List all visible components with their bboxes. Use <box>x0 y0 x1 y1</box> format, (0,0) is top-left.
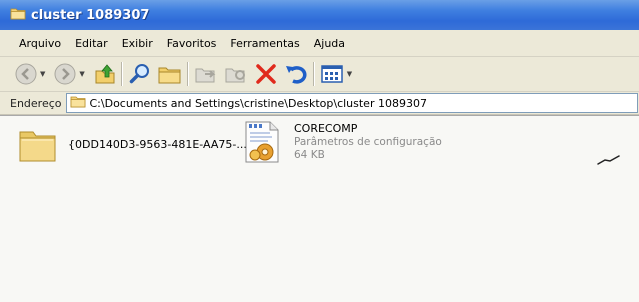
menu-editar[interactable]: Editar <box>68 37 115 50</box>
toolbar-separator <box>120 62 123 86</box>
back-icon <box>14 62 38 86</box>
copy-to-icon <box>223 62 249 86</box>
list-item[interactable]: CORECOMP Parâmetros de configuração 64 K… <box>240 120 442 169</box>
menu-bar: Arquivo Editar Exibir Favoritos Ferramen… <box>0 30 639 57</box>
title-bar[interactable]: cluster 1089307 <box>0 0 639 30</box>
up-folder-icon <box>93 62 117 86</box>
file-list[interactable]: {0DD140D3-9563-481E-AA75-... CORECOMP Pa… <box>0 115 639 302</box>
delete-button[interactable] <box>253 59 279 89</box>
address-bar: Endereço C:\Documents and Settings\crist… <box>0 92 639 115</box>
move-to-icon <box>193 62 219 86</box>
address-field[interactable]: C:\Documents and Settings\cristine\Deskt… <box>65 93 638 113</box>
toolbar-separator <box>186 62 189 86</box>
chevron-down-icon[interactable]: ▼ <box>347 70 352 78</box>
config-file-icon <box>240 120 284 169</box>
window-title: cluster 1089307 <box>31 7 150 23</box>
folders-icon <box>157 62 183 86</box>
undo-icon <box>283 62 309 86</box>
address-label: Endereço <box>10 96 62 110</box>
toolbar: ▼ ▼ ▼ <box>0 57 639 92</box>
menu-arquivo[interactable]: Arquivo <box>12 37 68 50</box>
views-button[interactable]: ▼ <box>319 59 352 89</box>
copy-to-button[interactable] <box>223 59 249 89</box>
back-button[interactable]: ▼ <box>14 59 45 89</box>
file-type: Parâmetros de configuração <box>294 136 442 148</box>
folder-icon <box>18 126 58 167</box>
search-button[interactable] <box>127 59 153 89</box>
menu-favoritos[interactable]: Favoritos <box>160 37 224 50</box>
search-icon <box>127 62 153 86</box>
chevron-down-icon[interactable]: ▼ <box>79 70 84 78</box>
file-size: 64 KB <box>294 149 325 161</box>
explorer-window: cluster 1089307 Arquivo Editar Exibir Fa… <box>0 0 639 302</box>
menu-ferramentas[interactable]: Ferramentas <box>223 37 306 50</box>
move-to-button[interactable] <box>193 59 219 89</box>
forward-icon <box>53 62 77 86</box>
delete-icon <box>253 62 279 86</box>
toolbar-separator <box>312 62 315 86</box>
menu-ajuda[interactable]: Ajuda <box>307 37 352 50</box>
menu-exibir[interactable]: Exibir <box>115 37 160 50</box>
chevron-down-icon[interactable]: ▼ <box>40 70 45 78</box>
undo-button[interactable] <box>283 59 309 89</box>
views-icon <box>319 62 345 86</box>
forward-button[interactable]: ▼ <box>53 59 85 89</box>
file-name: CORECOMP <box>294 122 358 135</box>
address-path: C:\Documents and Settings\cristine\Deskt… <box>89 96 427 110</box>
folder-icon <box>10 7 26 23</box>
folder-icon <box>70 95 86 111</box>
list-item[interactable]: {0DD140D3-9563-481E-AA75-... <box>18 126 247 167</box>
file-name: {0DD140D3-9563-481E-AA75-... <box>68 138 247 151</box>
folders-button[interactable] <box>157 59 183 89</box>
pen-mark <box>597 154 621 169</box>
up-folder-button[interactable] <box>93 59 117 89</box>
